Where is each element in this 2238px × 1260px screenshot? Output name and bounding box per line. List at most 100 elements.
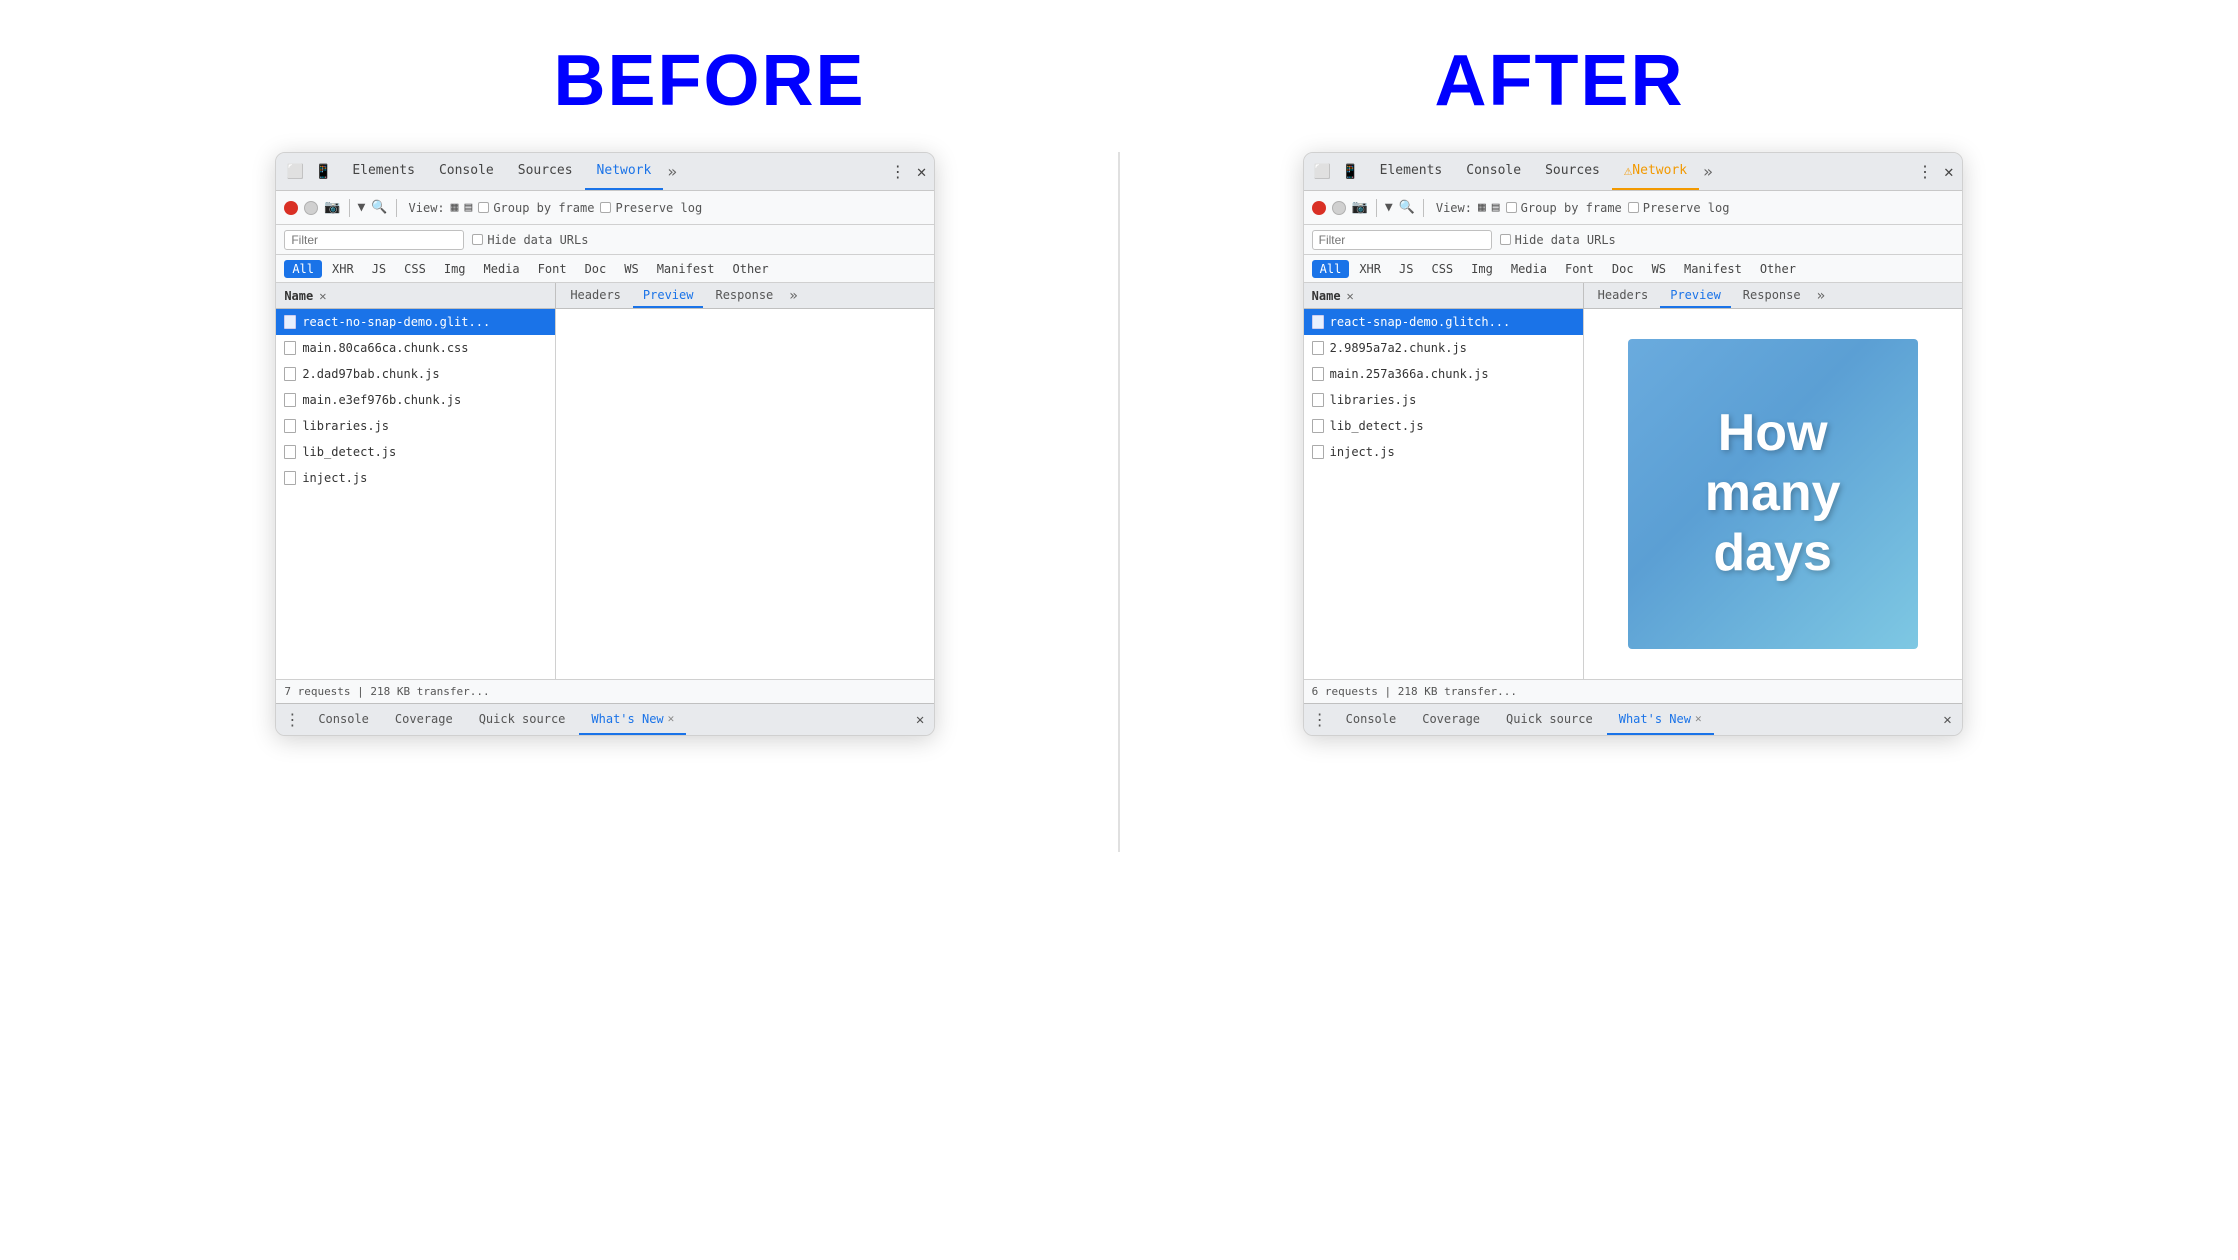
before-column-close[interactable]: ✕	[319, 289, 326, 303]
after-grid-icon[interactable]: ▦	[1478, 200, 1486, 215]
after-type-js[interactable]: JS	[1391, 260, 1421, 278]
after-hide-data-urls-checkbox[interactable]	[1500, 234, 1511, 245]
after-bottom-tab-whatsnew[interactable]: What's New ✕	[1607, 704, 1714, 735]
before-type-img[interactable]: Img	[436, 260, 474, 278]
before-search-icon[interactable]: 🔍	[371, 200, 387, 215]
before-close-icon[interactable]: ✕	[917, 162, 927, 181]
after-group-by-frame-label[interactable]: Group by frame	[1506, 201, 1622, 215]
before-type-font[interactable]: Font	[530, 260, 575, 278]
after-more-vert-icon[interactable]: ⋮	[1914, 161, 1936, 183]
after-preserve-log-checkbox[interactable]	[1628, 202, 1639, 213]
after-file-2[interactable]: main.257a366a.chunk.js	[1304, 361, 1583, 387]
before-detail-tab-more[interactable]: »	[785, 288, 801, 304]
before-type-css[interactable]: CSS	[396, 260, 434, 278]
before-type-xhr[interactable]: XHR	[324, 260, 362, 278]
before-file-1[interactable]: main.80ca66ca.chunk.css	[276, 335, 555, 361]
before-record-btn[interactable]	[284, 201, 298, 215]
after-record-btn[interactable]	[1312, 201, 1326, 215]
after-filter-input[interactable]	[1312, 230, 1492, 250]
after-inspect-icon[interactable]: ⬜	[1312, 161, 1334, 183]
after-type-manifest[interactable]: Manifest	[1676, 260, 1750, 278]
before-whatsnew-close[interactable]: ✕	[668, 712, 675, 725]
before-file-2[interactable]: 2.dad97bab.chunk.js	[276, 361, 555, 387]
before-bottom-tab-quicksource[interactable]: Quick source	[467, 704, 578, 735]
before-grid-icon[interactable]: ▦	[451, 200, 459, 215]
after-hide-data-urls-label[interactable]: Hide data URLs	[1500, 233, 1616, 247]
after-column-close[interactable]: ✕	[1347, 289, 1354, 303]
after-type-doc[interactable]: Doc	[1604, 260, 1642, 278]
after-group-by-frame-checkbox[interactable]	[1506, 202, 1517, 213]
after-file-0[interactable]: react-snap-demo.glitch...	[1304, 309, 1583, 335]
before-hide-data-urls-checkbox[interactable]	[472, 234, 483, 245]
after-detail-tab-more[interactable]: »	[1813, 288, 1829, 304]
after-grid2-icon[interactable]: ▤	[1492, 200, 1500, 215]
before-bottom-tab-console[interactable]: Console	[306, 704, 381, 735]
before-type-doc[interactable]: Doc	[577, 260, 615, 278]
before-grid2-icon[interactable]: ▤	[464, 200, 472, 215]
after-camera-icon[interactable]: 📷	[1352, 200, 1368, 215]
after-bottom-tab-console[interactable]: Console	[1334, 704, 1409, 735]
after-bottom-tab-quicksource[interactable]: Quick source	[1494, 704, 1605, 735]
after-type-css[interactable]: CSS	[1423, 260, 1461, 278]
before-file-4[interactable]: libraries.js	[276, 413, 555, 439]
before-type-media[interactable]: Media	[476, 260, 528, 278]
after-tab-more[interactable]: »	[1699, 162, 1717, 181]
before-tab-console[interactable]: Console	[427, 153, 506, 190]
after-type-font[interactable]: Font	[1557, 260, 1602, 278]
after-search-icon[interactable]: 🔍	[1399, 200, 1415, 215]
before-camera-icon[interactable]: 📷	[324, 200, 340, 215]
before-preserve-log-checkbox[interactable]	[600, 202, 611, 213]
before-type-manifest[interactable]: Manifest	[649, 260, 723, 278]
before-filter-icon[interactable]: ▼	[358, 200, 366, 215]
after-tab-sources[interactable]: Sources	[1533, 153, 1612, 190]
before-device-icon[interactable]: 📱	[312, 161, 334, 183]
before-tab-more[interactable]: »	[663, 162, 681, 181]
before-type-ws[interactable]: WS	[616, 260, 646, 278]
before-preserve-log-label[interactable]: Preserve log	[600, 201, 702, 215]
after-close-icon[interactable]: ✕	[1944, 162, 1954, 181]
after-tab-elements[interactable]: Elements	[1368, 153, 1455, 190]
after-type-other[interactable]: Other	[1752, 260, 1804, 278]
before-type-js[interactable]: JS	[364, 260, 394, 278]
before-hide-data-urls-label[interactable]: Hide data URLs	[472, 233, 588, 247]
before-bottom-tab-coverage[interactable]: Coverage	[383, 704, 465, 735]
before-inspect-icon[interactable]: ⬜	[284, 161, 306, 183]
after-file-3[interactable]: libraries.js	[1304, 387, 1583, 413]
before-type-all[interactable]: All	[284, 260, 322, 278]
after-file-4[interactable]: lib_detect.js	[1304, 413, 1583, 439]
before-tab-sources[interactable]: Sources	[506, 153, 585, 190]
before-response-tab[interactable]: Response	[705, 283, 783, 308]
after-bottom-tab-coverage[interactable]: Coverage	[1410, 704, 1492, 735]
after-headers-tab[interactable]: Headers	[1588, 283, 1659, 308]
after-filter-icon[interactable]: ▼	[1385, 200, 1393, 215]
before-headers-tab[interactable]: Headers	[560, 283, 631, 308]
after-bottom-close-all[interactable]: ✕	[1937, 712, 1957, 728]
after-file-1[interactable]: 2.9895a7a2.chunk.js	[1304, 335, 1583, 361]
after-type-media[interactable]: Media	[1503, 260, 1555, 278]
before-bottom-tab-whatsnew[interactable]: What's New ✕	[579, 704, 686, 735]
after-type-ws[interactable]: WS	[1644, 260, 1674, 278]
before-file-3[interactable]: main.e3ef976b.chunk.js	[276, 387, 555, 413]
after-preview-tab[interactable]: Preview	[1660, 283, 1731, 308]
before-tab-network[interactable]: Network	[585, 153, 664, 190]
after-type-xhr[interactable]: XHR	[1351, 260, 1389, 278]
after-response-tab[interactable]: Response	[1733, 283, 1811, 308]
after-whatsnew-close[interactable]: ✕	[1695, 712, 1702, 725]
before-group-by-frame-label[interactable]: Group by frame	[478, 201, 594, 215]
before-more-vert-icon[interactable]: ⋮	[887, 161, 909, 183]
before-file-5[interactable]: lib_detect.js	[276, 439, 555, 465]
after-tab-console[interactable]: Console	[1454, 153, 1533, 190]
before-preview-tab[interactable]: Preview	[633, 283, 704, 308]
before-stop-btn[interactable]	[304, 201, 318, 215]
after-preserve-log-label[interactable]: Preserve log	[1628, 201, 1730, 215]
before-bottom-close-all[interactable]: ✕	[910, 712, 930, 728]
before-tab-elements[interactable]: Elements	[340, 153, 427, 190]
before-bottom-menu-icon[interactable]: ⋮	[280, 710, 304, 729]
before-type-other[interactable]: Other	[725, 260, 777, 278]
after-tab-network[interactable]: ⚠ Network	[1612, 153, 1699, 190]
after-stop-btn[interactable]	[1332, 201, 1346, 215]
after-file-5[interactable]: inject.js	[1304, 439, 1583, 465]
after-type-img[interactable]: Img	[1463, 260, 1501, 278]
before-file-6[interactable]: inject.js	[276, 465, 555, 491]
before-group-by-frame-checkbox[interactable]	[478, 202, 489, 213]
